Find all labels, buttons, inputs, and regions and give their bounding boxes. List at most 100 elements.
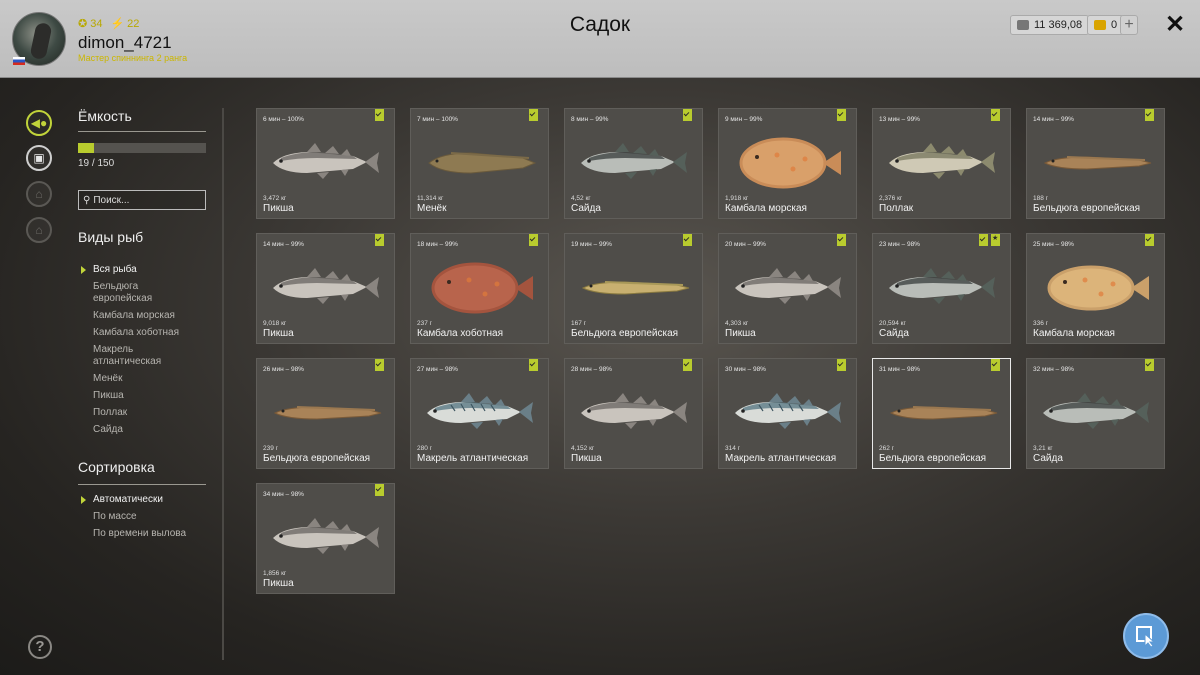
fish-card[interactable]: 13 мин – 99% 2,376 кг Поллак	[872, 108, 1011, 219]
gold-value: 0	[1111, 19, 1118, 31]
fish-card[interactable]: 9 мин – 99% 1,918 кг Камбала морская	[718, 108, 857, 219]
fish-name: Поллак	[879, 203, 914, 214]
cooler-icon: ▣	[33, 151, 45, 165]
house-icon: ⌂	[35, 187, 43, 201]
fish-card[interactable]: 8 мин – 99% 4,52 кг Сайда	[564, 108, 703, 219]
species-item[interactable]: Макрель атлантическая	[80, 344, 200, 368]
species-item[interactable]: Камбала хоботная	[80, 327, 200, 339]
species-item[interactable]: Пикша	[80, 390, 200, 402]
fish-catch-time: 19 мин – 99%	[571, 241, 612, 248]
fish-catch-time: 31 мин – 98%	[879, 366, 920, 373]
divider	[78, 131, 206, 132]
silver-value: 11 369,08	[1034, 19, 1083, 31]
fish-catch-time: 30 мин – 98%	[725, 366, 766, 373]
sort-option-time[interactable]: По времени вылова	[80, 528, 200, 540]
top-bar: ✪ 34 ⚡ 22 dimon_4721 Мастер спиннинга 2 ра…	[0, 0, 1200, 78]
silver-balance: 11 369,08	[1010, 15, 1090, 35]
fish-name: Камбала морская	[1033, 328, 1115, 339]
checkmark-icon	[837, 109, 846, 121]
fish-card[interactable]: 31 мин – 98% 262 г Бельдюга европейская	[872, 358, 1011, 469]
fish-name: Пикша	[263, 328, 294, 339]
checkmark-icon	[1145, 234, 1154, 246]
cooler-tab[interactable]: ▣	[26, 145, 52, 171]
species-item[interactable]: Камбала морская	[80, 310, 200, 322]
checkmark-icon	[375, 484, 384, 496]
checkmark-icon	[683, 359, 692, 371]
fish-catch-time: 26 мин – 98%	[263, 366, 304, 373]
fish-catch-time: 28 мин – 98%	[571, 366, 612, 373]
checkmark-icon	[375, 109, 384, 121]
checkmark-icon	[837, 359, 846, 371]
fish-name: Макрель атлантическая	[725, 453, 837, 464]
fish-weight: 3,472 кг	[263, 195, 287, 202]
help-icon[interactable]: ?	[28, 635, 52, 659]
fish-card[interactable]: 26 мин – 98% 239 г Бельдюга европейская	[256, 358, 395, 469]
locked-tab-1[interactable]: ⌂	[26, 181, 52, 207]
divider	[78, 484, 206, 485]
checkmark-icon	[375, 359, 384, 371]
species-item[interactable]: Поллак	[80, 407, 200, 419]
fish-weight: 2,376 кг	[879, 195, 903, 202]
capacity-text: 19 / 150	[78, 158, 115, 169]
house-icon: ⌂	[35, 223, 43, 237]
sort-list: Автоматически По массе По времени вылова	[80, 494, 200, 545]
fish-catch-time: 25 мин – 98%	[1033, 241, 1074, 248]
fish-catch-time: 18 мин – 99%	[417, 241, 458, 248]
cursor-mode-button[interactable]	[1123, 613, 1169, 659]
fish-name: Макрель атлантическая	[417, 453, 529, 464]
fish-icon: ◀●	[30, 116, 48, 130]
sort-option-auto[interactable]: Автоматически	[80, 494, 200, 506]
close-button[interactable]: ✕	[1162, 12, 1188, 38]
species-item-all[interactable]: Вся рыба	[80, 264, 200, 276]
sidebar-divider	[222, 108, 224, 660]
fish-card[interactable]: 25 мин – 98% 336 г Камбала морская	[1026, 233, 1165, 344]
fish-name: Бельдюга европейская	[879, 453, 987, 464]
fish-card[interactable]: 27 мин – 98% 280 г Макрель атлантическая	[410, 358, 549, 469]
fish-name: Пикша	[725, 328, 756, 339]
fish-card[interactable]: 14 мин – 99% 9,018 кг Пикша	[256, 233, 395, 344]
sort-option-mass[interactable]: По массе	[80, 511, 200, 523]
fish-weight: 167 г	[571, 320, 587, 327]
fish-name: Камбала морская	[725, 203, 807, 214]
fish-weight: 280 г	[417, 445, 433, 452]
fish-card[interactable]: 34 мин – 98% 1,856 кг Пикша	[256, 483, 395, 594]
checkmark-icon	[683, 109, 692, 121]
fish-card[interactable]: 7 мин – 100% 11,314 кг Менёк	[410, 108, 549, 219]
fish-name: Сайда	[1033, 453, 1063, 464]
fish-card[interactable]: 18 мин – 99% 237 г Камбала хоботная	[410, 233, 549, 344]
fish-card[interactable]: 19 мин – 99% 167 г Бельдюга европейская	[564, 233, 703, 344]
fish-weight: 237 г	[417, 320, 433, 327]
capacity-bar	[78, 143, 206, 153]
species-item[interactable]: Бельдюга европейская	[80, 281, 200, 305]
fish-weight: 188 г	[1033, 195, 1049, 202]
fish-card[interactable]: 28 мин – 98% 4,152 кг Пикша	[564, 358, 703, 469]
locked-tab-2[interactable]: ⌂	[26, 217, 52, 243]
species-item[interactable]: Менёк	[80, 373, 200, 385]
fish-weight: 4,52 кг	[571, 195, 591, 202]
search-icon: ⚲	[83, 194, 91, 206]
checkmark-icon	[529, 234, 538, 246]
fish-card[interactable]: 30 мин – 98% 314 г Макрель атлантическая	[718, 358, 857, 469]
fish-catch-time: 20 мин – 99%	[725, 241, 766, 248]
keepnet-fish-tab[interactable]: ◀●	[26, 110, 52, 136]
search-input[interactable]	[93, 194, 204, 206]
fish-card[interactable]: 14 мин – 99% 188 г Бельдюга европейская	[1026, 108, 1165, 219]
checkmark-icon	[991, 109, 1000, 121]
checkmark-icon	[837, 234, 846, 246]
fish-card[interactable]: 23 мин – 98% 20,594 кг Сайда	[872, 233, 1011, 344]
fish-name: Пикша	[263, 203, 294, 214]
species-item[interactable]: Сайда	[80, 424, 200, 436]
fish-weight: 239 г	[263, 445, 279, 452]
search-box[interactable]: ⚲	[78, 190, 206, 210]
fish-card[interactable]: 6 мин – 100% 3,472 кг Пикша	[256, 108, 395, 219]
checkmark-icon	[529, 109, 538, 121]
fish-name: Пикша	[571, 453, 602, 464]
fish-catch-time: 13 мин – 99%	[879, 116, 920, 123]
fish-card[interactable]: 32 мин – 98% 3,21 кг Сайда	[1026, 358, 1165, 469]
fish-card[interactable]: 20 мин – 99% 4,303 кг Пикша	[718, 233, 857, 344]
fish-name: Пикша	[263, 578, 294, 589]
fish-weight: 336 г	[1033, 320, 1049, 327]
fish-name: Камбала хоботная	[417, 328, 503, 339]
silver-coins-icon	[1017, 20, 1029, 30]
add-currency-button[interactable]: +	[1120, 15, 1138, 35]
